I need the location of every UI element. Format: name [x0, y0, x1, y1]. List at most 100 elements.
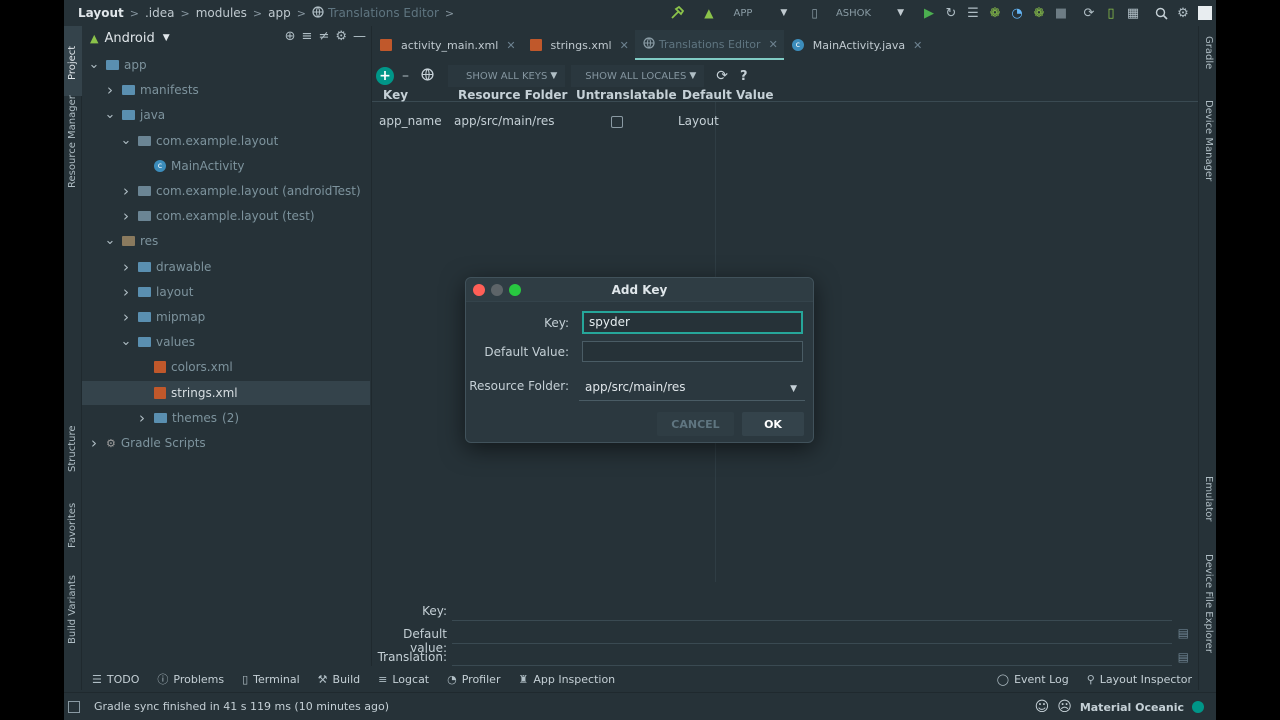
close-window-icon[interactable] [473, 284, 485, 296]
sad-face-icon[interactable]: ☹ [1057, 699, 1072, 715]
add-key-icon[interactable]: + [376, 67, 394, 85]
resource-folder-select[interactable]: app/src/main/res ▼ [579, 377, 805, 401]
table-row[interactable]: app_name app/src/main/res Layout [372, 114, 1199, 134]
chevron-right-icon[interactable]: › [120, 182, 132, 200]
structure-tool-tab[interactable]: Structure [67, 425, 78, 472]
search-icon[interactable] [1150, 2, 1172, 24]
build-variants-tool-tab[interactable]: Build Variants [67, 575, 78, 644]
chevron-down-icon[interactable]: ⌄ [120, 335, 132, 348]
breadcrumb-modules[interactable]: modules [196, 6, 247, 20]
sdk-manager-icon[interactable]: ▦ [1122, 2, 1144, 24]
chevron-down-icon[interactable]: ⌄ [104, 108, 116, 121]
project-tool-tab[interactable]: Project [67, 46, 78, 80]
show-keys-filter[interactable]: SHOW ALL KEYS ▼ [448, 65, 566, 87]
tree-item[interactable]: › manifests [82, 78, 370, 102]
show-locales-filter[interactable]: SHOW ALL LOCALES ▼ [571, 65, 705, 87]
column-header-default-value[interactable]: Default Value [682, 88, 774, 102]
reload-icon[interactable]: ⟳ [716, 68, 728, 84]
todo-tool-tab[interactable]: ☰ TODO [92, 673, 139, 686]
column-header-resource-folder[interactable]: Resource Folder [458, 88, 567, 102]
add-locale-icon[interactable] [421, 68, 434, 84]
remove-key-icon[interactable]: – [402, 68, 409, 84]
help-icon[interactable]: ? [740, 69, 748, 84]
tree-item[interactable]: › themes (2) [82, 406, 370, 430]
breadcrumb-translations-editor[interactable]: Translations Editor [328, 6, 439, 20]
chevron-down-icon[interactable]: ▼ [163, 33, 170, 43]
chevron-down-icon[interactable]: ⌄ [120, 134, 132, 147]
chevron-right-icon[interactable]: › [120, 207, 132, 225]
tab-translations-editor[interactable]: Translations Editor ✕ [634, 30, 784, 60]
profiler-tool-tab[interactable]: ◔ Profiler [447, 673, 500, 686]
cell-default-value[interactable]: Layout [678, 114, 719, 128]
gear-icon[interactable]: ⚙ [335, 29, 347, 44]
status-message[interactable]: Gradle sync finished in 41 s 119 ms (10 … [94, 700, 389, 713]
chevron-right-icon[interactable]: › [136, 409, 148, 427]
debug-icon[interactable]: ❁ [984, 2, 1006, 24]
breadcrumb-project[interactable]: Layout [78, 6, 124, 20]
breadcrumb-idea[interactable]: .idea [145, 6, 175, 20]
user-icon[interactable] [1194, 2, 1216, 24]
device-file-explorer-tool-tab[interactable]: Device File Explorer [1203, 554, 1214, 653]
tree-item[interactable]: ⌄ java [82, 103, 370, 127]
gear-icon[interactable]: ⚙ [1172, 2, 1194, 24]
chevron-down-icon[interactable]: ⌄ [88, 58, 100, 71]
tree-item[interactable]: › drawable [82, 255, 370, 279]
default-value-input[interactable] [582, 341, 803, 362]
tab-main-activity-java[interactable]: c MainActivity.java ✕ [784, 30, 929, 60]
build-tool-tab[interactable]: ⚒ Build [318, 673, 361, 686]
expand-all-icon[interactable]: ≡ [302, 29, 313, 44]
locate-icon[interactable]: ⊕ [285, 29, 296, 44]
event-log-tool-tab[interactable]: ◯ Event Log [997, 673, 1069, 686]
expand-editor-icon[interactable]: ▤ [1178, 650, 1189, 664]
close-icon[interactable]: ✕ [769, 38, 778, 51]
key-input[interactable]: spyder [582, 311, 803, 334]
key-field[interactable] [452, 620, 1172, 621]
tree-item[interactable]: colors.xml [82, 355, 370, 379]
run-config-select[interactable]: ▲ APP ▼ [698, 2, 793, 24]
project-view-select[interactable]: Android [104, 31, 154, 46]
tree-item[interactable]: › ⚙ Gradle Scripts [82, 431, 370, 455]
cell-resource-folder[interactable]: app/src/main/res [454, 114, 555, 128]
emulator-tool-tab[interactable]: Emulator [1203, 476, 1214, 521]
breadcrumb-app[interactable]: app [268, 6, 291, 20]
device-select[interactable]: ▯ ASHOK ▼ [805, 2, 910, 24]
tab-activity-main-xml[interactable]: activity_main.xml ✕ [372, 30, 522, 60]
close-icon[interactable]: ✕ [913, 39, 922, 52]
theme-name[interactable]: Material Oceanic [1080, 701, 1184, 714]
zoom-window-icon[interactable] [509, 284, 521, 296]
chevron-down-icon[interactable]: ⌄ [104, 234, 116, 247]
problems-tool-tab[interactable]: ⓘ Problems [157, 671, 224, 687]
chevron-right-icon[interactable]: › [120, 283, 132, 301]
run-icon[interactable]: ▶ [918, 2, 940, 24]
tree-item[interactable]: › com.example.layout (test) [82, 204, 370, 228]
apply-changes-icon[interactable]: ↻ [940, 2, 962, 24]
close-icon[interactable]: ✕ [620, 39, 629, 52]
device-manager-tool-tab[interactable]: Device Manager [1203, 100, 1214, 181]
minimize-icon[interactable]: — [353, 29, 366, 44]
column-header-untranslatable[interactable]: Untranslatable [576, 88, 677, 102]
chevron-right-icon[interactable]: › [120, 308, 132, 326]
close-icon[interactable]: ✕ [506, 39, 515, 52]
chevron-right-icon[interactable]: › [88, 434, 100, 452]
profile-icon[interactable]: ◔ [1006, 2, 1028, 24]
tree-item[interactable]: c MainActivity [82, 154, 370, 178]
tree-item[interactable]: › layout [82, 280, 370, 304]
tree-item[interactable]: ⌄ values [82, 330, 370, 354]
terminal-tool-tab[interactable]: ▯ Terminal [242, 673, 300, 686]
device-manager-icon[interactable]: ▯ [1100, 2, 1122, 24]
apply-code-changes-icon[interactable]: ☰ [962, 2, 984, 24]
gradle-tool-tab[interactable]: Gradle [1203, 36, 1214, 69]
minimize-window-icon[interactable] [491, 284, 503, 296]
layout-inspector-tool-tab[interactable]: ⚲ Layout Inspector [1087, 673, 1192, 686]
tree-item[interactable]: ⌄ com.example.layout [82, 129, 370, 153]
happy-face-icon[interactable]: ☺ [1035, 699, 1050, 715]
ok-button[interactable]: OK [742, 412, 804, 436]
tree-item[interactable]: ⌄ app [82, 53, 370, 77]
logcat-tool-tab[interactable]: ≡ Logcat [378, 673, 429, 686]
tree-item[interactable]: › com.example.layout (androidTest) [82, 179, 370, 203]
collapse-all-icon[interactable]: ≠ [318, 29, 329, 44]
hammer-icon[interactable] [666, 2, 688, 24]
column-header-key[interactable]: Key [383, 88, 408, 102]
chevron-right-icon[interactable]: › [104, 81, 116, 99]
default-value-field[interactable] [452, 643, 1172, 644]
